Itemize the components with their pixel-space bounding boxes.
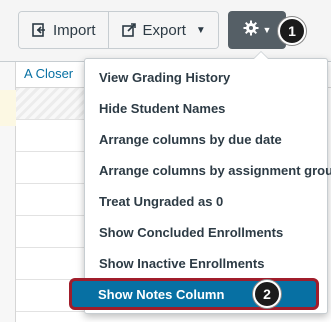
chevron-down-icon: ▼ bbox=[262, 25, 272, 35]
export-button[interactable]: Export ▼ bbox=[107, 12, 218, 48]
step-1-callout: 1 bbox=[278, 17, 306, 45]
import-icon bbox=[31, 22, 47, 38]
menu-item-show-inactive-enrollments[interactable]: Show Inactive Enrollments bbox=[85, 250, 327, 276]
import-button[interactable]: Import bbox=[19, 12, 108, 48]
menu-item-show-notes-column[interactable]: Show Notes Column bbox=[69, 278, 319, 310]
assignment-column-header[interactable]: A Closer bbox=[24, 66, 73, 81]
chevron-down-icon: ▼ bbox=[195, 24, 206, 36]
menu-item-hide-student-names[interactable]: Hide Student Names bbox=[85, 95, 327, 121]
step-2-callout: 2 bbox=[253, 280, 281, 308]
menu-item-show-concluded-enrollments[interactable]: Show Concluded Enrollments bbox=[85, 219, 327, 245]
menu-item-arrange-by-due-date[interactable]: Arrange columns by due date bbox=[85, 126, 327, 152]
menu-item-treat-ungraded-as-zero[interactable]: Treat Ungraded as 0 bbox=[85, 188, 327, 214]
export-label: Export bbox=[142, 21, 186, 39]
menu-item-arrange-by-assignment-group[interactable]: Arrange columns by assignment group bbox=[85, 157, 331, 183]
export-icon bbox=[121, 22, 137, 38]
gradebook-settings-menu: View Grading History Hide Student Names … bbox=[69, 51, 331, 314]
menu-item-view-grading-history[interactable]: View Grading History bbox=[85, 64, 327, 90]
import-label: Import bbox=[53, 21, 96, 39]
highlighted-cell bbox=[0, 90, 16, 126]
import-export-group: Import Export ▼ bbox=[18, 11, 219, 49]
gear-icon bbox=[243, 20, 259, 41]
